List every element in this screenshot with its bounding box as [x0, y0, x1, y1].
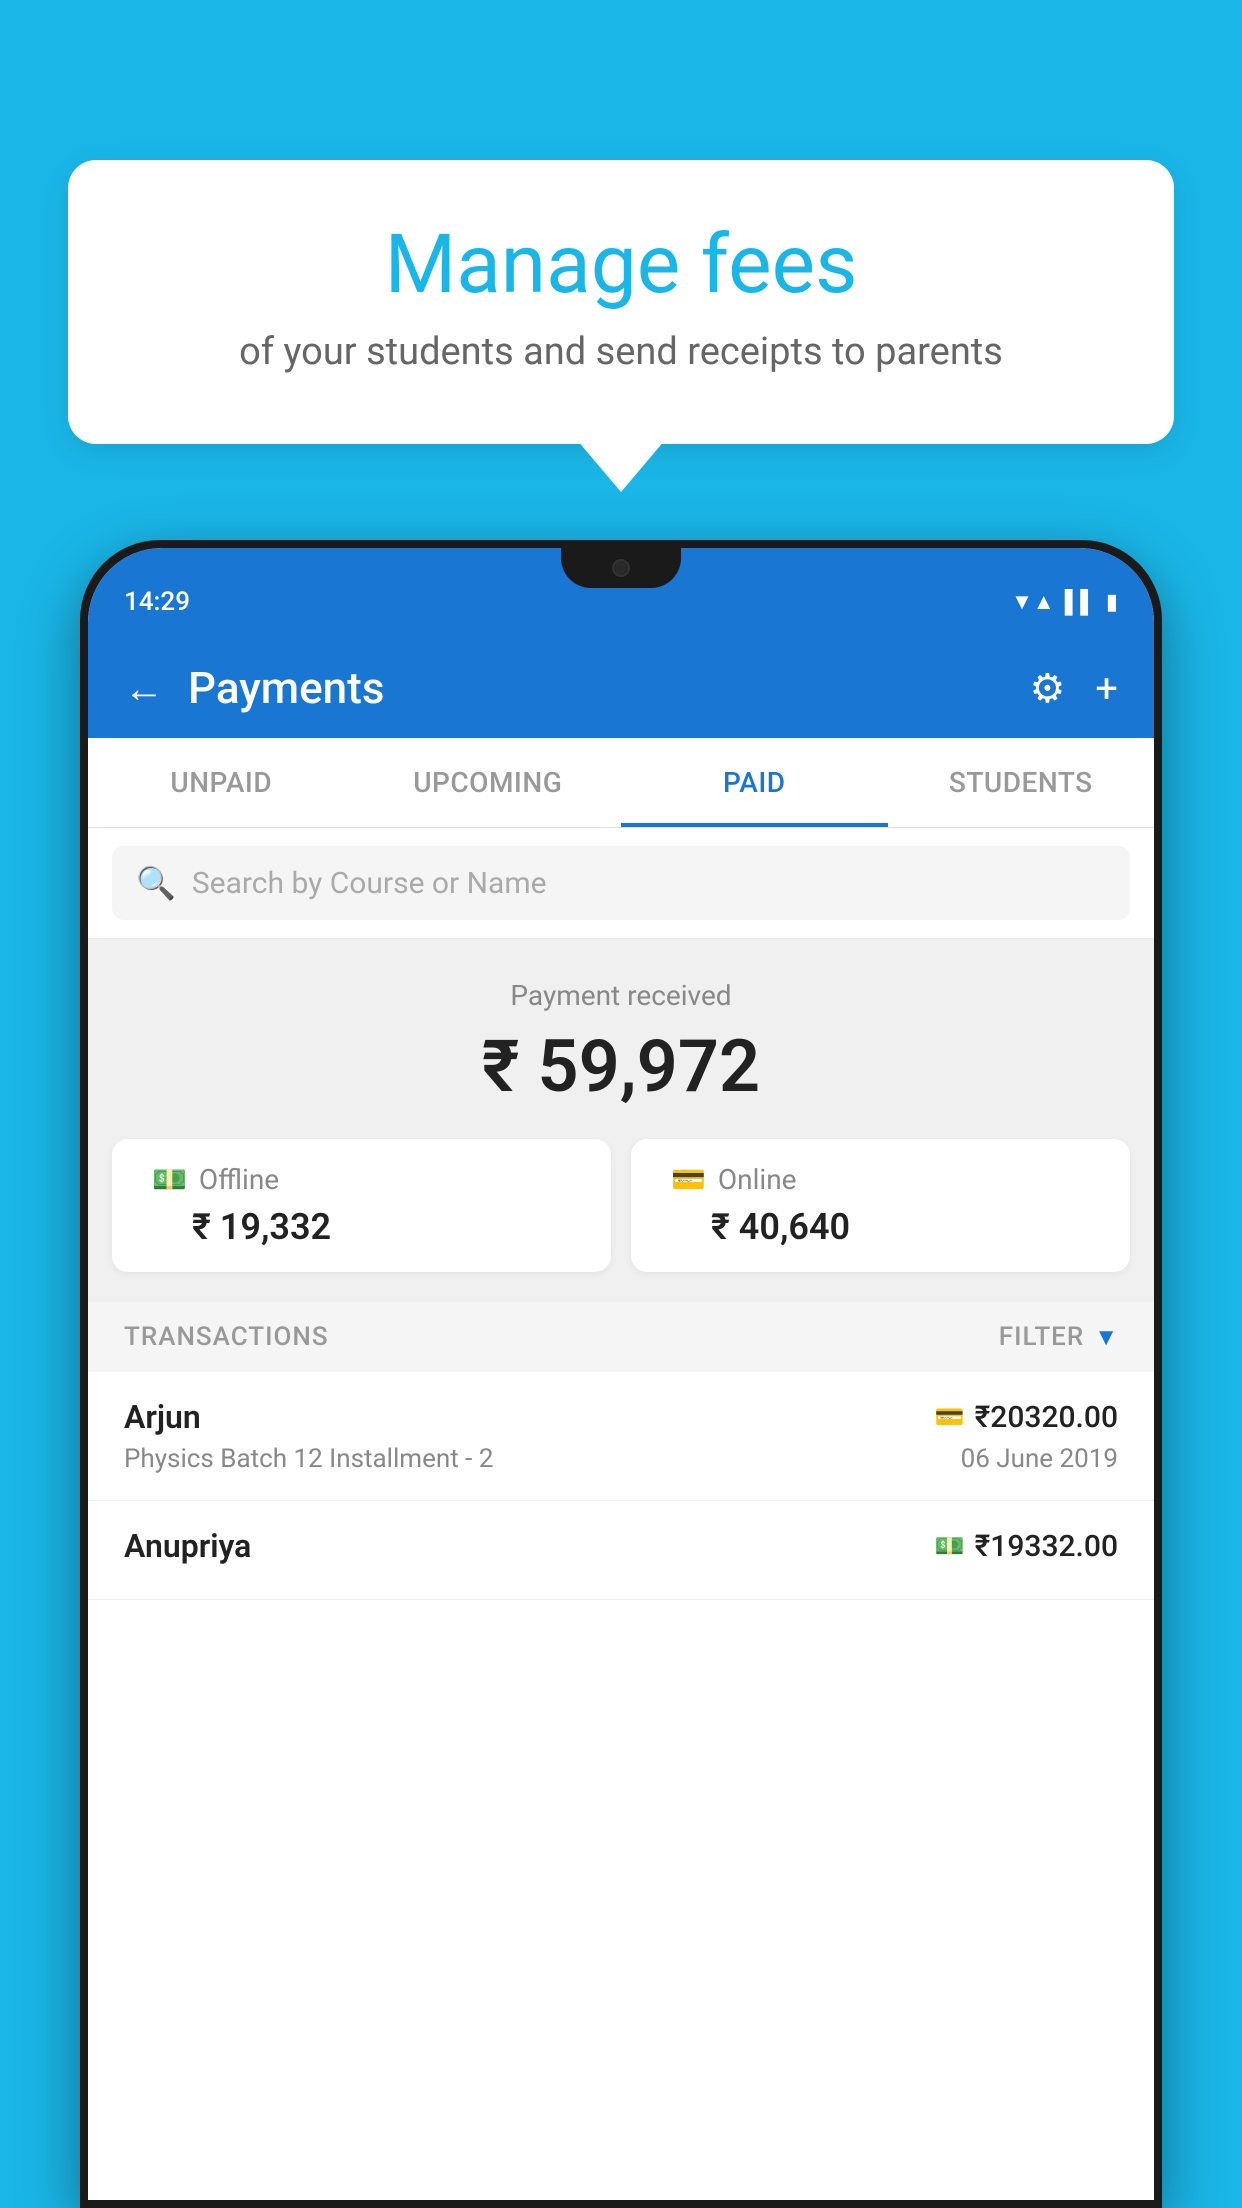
notch — [561, 548, 681, 588]
cash-icon: 💵 — [152, 1163, 187, 1196]
header-left: ← Payments — [124, 662, 384, 714]
transaction-name: Anupriya — [124, 1527, 251, 1565]
search-icon: 🔍 — [136, 864, 176, 902]
table-row[interactable]: Arjun 💳 ₹20320.00 Physics Batch 12 Insta… — [88, 1372, 1154, 1501]
payment-amount: ₹ 59,972 — [112, 1024, 1130, 1109]
search-container: 🔍 Search by Course or Name — [88, 828, 1154, 939]
transaction-top-arjun: Arjun 💳 ₹20320.00 — [124, 1398, 1118, 1436]
filter-icon: ▼ — [1094, 1323, 1118, 1352]
search-input[interactable]: Search by Course or Name — [192, 866, 547, 901]
payment-received-label: Payment received — [112, 979, 1130, 1012]
transactions-header: TRANSACTIONS FILTER ▼ — [88, 1302, 1154, 1372]
tab-paid[interactable]: PAID — [621, 738, 888, 827]
filter-row[interactable]: FILTER ▼ — [999, 1322, 1118, 1352]
search-box[interactable]: 🔍 Search by Course or Name — [112, 846, 1130, 920]
transaction-list: Arjun 💳 ₹20320.00 Physics Batch 12 Insta… — [88, 1372, 1154, 2200]
offline-label: Offline — [199, 1163, 279, 1196]
status-time: 14:29 — [124, 587, 190, 617]
battery-icon: ▮ — [1106, 590, 1118, 615]
transactions-label: TRANSACTIONS — [124, 1322, 329, 1352]
transaction-amount-row: 💳 ₹20320.00 — [935, 1400, 1118, 1435]
tab-unpaid[interactable]: UNPAID — [88, 738, 355, 827]
filter-label: FILTER — [999, 1322, 1084, 1352]
page-title: Payments — [188, 662, 384, 714]
transaction-top-anupriya: Anupriya 💵 ₹19332.00 — [124, 1527, 1118, 1565]
content-scroll: 🔍 Search by Course or Name Payment recei… — [88, 828, 1154, 2200]
offline-amount: ₹ 19,332 — [192, 1206, 331, 1248]
transaction-bottom-arjun: Physics Batch 12 Installment - 2 06 June… — [124, 1444, 1118, 1474]
online-label: Online — [718, 1163, 797, 1196]
tab-students[interactable]: STUDENTS — [888, 738, 1155, 827]
tabs-bar: UNPAID UPCOMING PAID STUDENTS — [88, 738, 1154, 828]
status-icons: ▼▲ ▌▌ ▮ — [1011, 589, 1118, 615]
settings-icon[interactable]: ⚙ — [1029, 665, 1065, 712]
transaction-amount-2: ₹19332.00 — [975, 1529, 1118, 1564]
app-header: ← Payments ⚙ + — [88, 638, 1154, 738]
payment-cards: 💵 Offline ₹ 19,332 💳 Online ₹ 40,640 — [112, 1139, 1130, 1272]
wifi-icon: ▼▲ — [1011, 589, 1055, 615]
online-amount: ₹ 40,640 — [711, 1206, 850, 1248]
transaction-course: Physics Batch 12 Installment - 2 — [124, 1444, 493, 1474]
tab-upcoming[interactable]: UPCOMING — [355, 738, 622, 827]
speech-bubble: Manage fees of your students and send re… — [68, 160, 1174, 444]
camera — [612, 559, 630, 577]
table-row[interactable]: Anupriya 💵 ₹19332.00 — [88, 1501, 1154, 1600]
transaction-name: Arjun — [124, 1398, 201, 1436]
add-icon[interactable]: + — [1095, 665, 1118, 712]
status-bar: 14:29 ▼▲ ▌▌ ▮ — [88, 548, 1154, 638]
signal-icon: ▌▌ — [1065, 589, 1096, 615]
transaction-date: 06 June 2019 — [961, 1444, 1118, 1474]
offline-card-row: 💵 Offline — [152, 1163, 279, 1196]
bubble-subtitle: of your students and send receipts to pa… — [118, 330, 1124, 374]
header-right: ⚙ + — [1029, 665, 1118, 712]
online-card-row: 💳 Online — [671, 1163, 797, 1196]
phone-inner: 14:29 ▼▲ ▌▌ ▮ ← Payments ⚙ + UNPAID — [88, 548, 1154, 2200]
cash-payment-icon: 💵 — [935, 1532, 965, 1560]
offline-card: 💵 Offline ₹ 19,332 — [112, 1139, 611, 1272]
payment-summary: Payment received ₹ 59,972 💵 Offline ₹ 19… — [88, 939, 1154, 1302]
transaction-amount: ₹20320.00 — [975, 1400, 1118, 1435]
online-card: 💳 Online ₹ 40,640 — [631, 1139, 1130, 1272]
back-button[interactable]: ← — [124, 665, 164, 712]
transaction-amount-row-2: 💵 ₹19332.00 — [935, 1529, 1118, 1564]
bubble-title: Manage fees — [118, 220, 1124, 310]
phone-frame: 14:29 ▼▲ ▌▌ ▮ ← Payments ⚙ + UNPAID — [80, 540, 1162, 2208]
card-payment-icon: 💳 — [935, 1403, 965, 1431]
card-icon: 💳 — [671, 1163, 706, 1196]
